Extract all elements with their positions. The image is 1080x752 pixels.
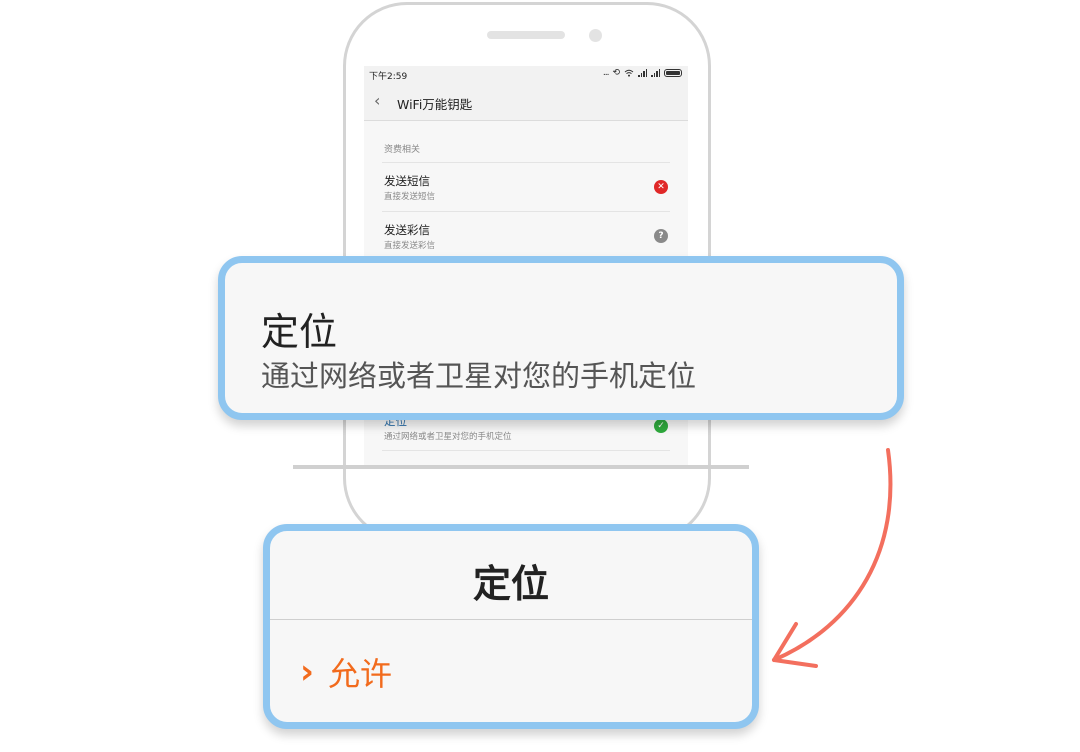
status-time: 下午2:59	[369, 72, 408, 82]
divider	[382, 211, 670, 212]
battery-icon	[664, 69, 682, 77]
section-label: 资费相关	[384, 145, 421, 155]
permission-subtitle-mms: 直接发送彩信	[384, 241, 436, 251]
permission-dialog: 定位 › 允许	[263, 524, 759, 729]
permission-subtitle-location: 通过网络或者卫星对您的手机定位	[384, 432, 512, 442]
status-bar: 下午2:59 ... ⟲	[364, 66, 688, 84]
allow-option-label[interactable]: 允许	[328, 649, 392, 695]
zoom-subtitle: 通过网络或者卫星对您的手机定位	[261, 359, 697, 393]
sync-icon: ⟲	[612, 68, 620, 78]
app-bar: ‹ WiFi万能钥匙	[364, 84, 688, 121]
dialog-divider	[270, 619, 752, 620]
wifi-icon	[624, 69, 634, 77]
zoom-title: 定位	[261, 310, 338, 354]
phone-speaker	[487, 31, 565, 39]
phone-baseline	[293, 465, 749, 469]
more-dots-icon: ...	[602, 68, 610, 78]
deny-icon[interactable]: ✕	[654, 180, 668, 194]
curved-arrow-icon	[772, 448, 893, 668]
permission-subtitle-sms: 直接发送短信	[384, 192, 436, 202]
signal-icon-2	[651, 69, 660, 77]
zoom-callout-card: 定位 通过网络或者卫星对您的手机定位	[218, 256, 904, 420]
signal-icon	[638, 69, 647, 77]
divider	[382, 162, 670, 163]
permission-title-sms[interactable]: 发送短信	[384, 173, 430, 189]
chevron-right-icon: ›	[300, 652, 315, 692]
allow-check-icon[interactable]: ✓	[654, 419, 668, 433]
dialog-title: 定位	[472, 562, 549, 606]
phone-camera	[589, 29, 602, 42]
allow-option[interactable]: › 允许	[300, 649, 392, 695]
app-title: WiFi万能钥匙	[397, 97, 473, 112]
divider	[382, 450, 670, 451]
back-icon[interactable]: ‹	[374, 91, 380, 110]
status-icons: ... ⟲	[603, 68, 682, 78]
permission-title-mms[interactable]: 发送彩信	[384, 222, 430, 238]
ask-icon[interactable]: ?	[654, 229, 668, 243]
